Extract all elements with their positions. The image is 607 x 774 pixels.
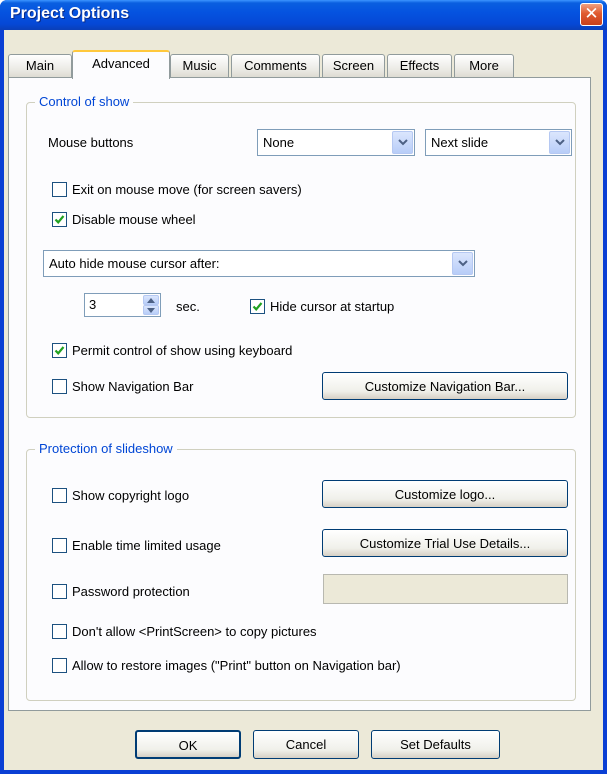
spin-down-icon[interactable] (143, 305, 159, 315)
disable-mouse-wheel-label[interactable]: Disable mouse wheel (72, 212, 196, 227)
tab-advanced[interactable]: Advanced (72, 50, 170, 79)
password-protection-checkbox[interactable] (52, 584, 67, 599)
customize-logo-button[interactable]: Customize logo... (322, 480, 568, 508)
title-bar[interactable]: Project Options ✕ (0, 0, 607, 30)
mouse-left-button-select[interactable]: None (257, 129, 415, 156)
show-navigation-bar-label[interactable]: Show Navigation Bar (72, 379, 193, 394)
disable-mouse-wheel-checkbox[interactable] (52, 212, 67, 227)
mouse-right-button-value: Next slide (431, 135, 489, 150)
exit-on-mouse-move-checkbox[interactable] (52, 182, 67, 197)
protection-of-slideshow-legend: Protection of slideshow (35, 441, 177, 456)
no-printscreen-label[interactable]: Don't allow <PrintScreen> to copy pictur… (72, 624, 317, 639)
auto-hide-cursor-value: Auto hide mouse cursor after: (49, 256, 220, 271)
time-limited-usage-checkbox[interactable] (52, 538, 67, 553)
checkmark-icon (252, 302, 263, 311)
customize-trial-use-button[interactable]: Customize Trial Use Details... (322, 529, 568, 557)
customize-navigation-bar-button[interactable]: Customize Navigation Bar... (322, 372, 568, 400)
control-of-show-legend: Control of show (35, 94, 134, 109)
advanced-tab-panel: Control of show Mouse buttons None Next … (8, 77, 591, 711)
no-printscreen-checkbox[interactable] (52, 624, 67, 639)
tab-music[interactable]: Music (170, 54, 229, 78)
tab-comments[interactable]: Comments (231, 54, 320, 78)
chevron-down-icon[interactable] (549, 131, 570, 154)
hide-cursor-at-startup-checkbox[interactable] (250, 299, 265, 314)
cancel-button[interactable]: Cancel (253, 730, 359, 759)
show-navigation-bar-checkbox[interactable] (52, 379, 67, 394)
password-field[interactable] (323, 574, 568, 604)
show-copyright-logo-label[interactable]: Show copyright logo (72, 488, 189, 503)
close-button[interactable]: ✕ (580, 3, 603, 26)
keyboard-control-label[interactable]: Permit control of show using keyboard (72, 343, 292, 358)
mouse-buttons-label: Mouse buttons (48, 135, 134, 150)
mouse-left-button-value: None (263, 135, 295, 150)
tab-screen[interactable]: Screen (322, 54, 385, 78)
tab-main[interactable]: Main (8, 54, 72, 78)
keyboard-control-checkbox[interactable] (52, 343, 67, 358)
chevron-down-icon[interactable] (452, 252, 473, 275)
spin-up-icon[interactable] (143, 295, 159, 305)
auto-hide-cursor-select[interactable]: Auto hide mouse cursor after: (43, 250, 475, 277)
restore-images-label[interactable]: Allow to restore images ("Print" button … (72, 658, 401, 673)
seconds-unit-label: sec. (176, 299, 200, 314)
checkmark-icon (54, 346, 65, 355)
set-defaults-button[interactable]: Set Defaults (371, 730, 500, 759)
tab-effects[interactable]: Effects (387, 54, 452, 78)
checkmark-icon (54, 215, 65, 224)
ok-button[interactable]: OK (135, 730, 241, 759)
exit-on-mouse-move-label[interactable]: Exit on mouse move (for screen savers) (72, 182, 302, 197)
show-copyright-logo-checkbox[interactable] (52, 488, 67, 503)
hide-cursor-seconds-spinner[interactable]: 3 (84, 293, 161, 317)
tab-more[interactable]: More (454, 54, 514, 78)
window-title: Project Options (10, 5, 130, 22)
restore-images-checkbox[interactable] (52, 658, 67, 673)
hide-cursor-at-startup-label[interactable]: Hide cursor at startup (270, 299, 394, 314)
chevron-down-icon[interactable] (392, 131, 413, 154)
hide-cursor-seconds-value: 3 (89, 297, 97, 312)
time-limited-usage-label[interactable]: Enable time limited usage (72, 538, 221, 553)
password-protection-label[interactable]: Password protection (72, 584, 190, 599)
mouse-right-button-select[interactable]: Next slide (425, 129, 572, 156)
close-icon: ✕ (584, 4, 599, 23)
